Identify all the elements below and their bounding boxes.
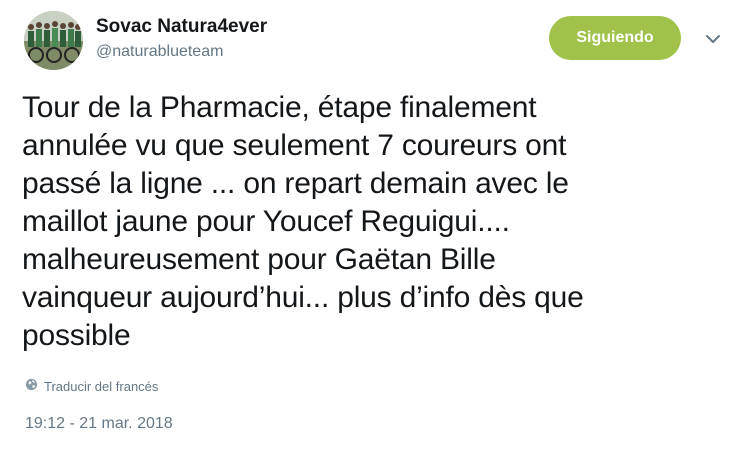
tweet-timestamp[interactable]: 19:12 - 21 mar. 2018 [25,415,173,433]
tweet-card: Sovac Natura4ever @naturablueteam Siguie… [0,0,749,450]
translate-label: Traducir del francés [44,378,159,394]
display-name[interactable]: Sovac Natura4ever [96,16,267,38]
screen-name[interactable]: @naturablueteam [96,43,223,61]
globe-icon [25,378,38,394]
translate-link[interactable]: Traducir del francés [25,378,158,394]
avatar[interactable] [24,11,83,70]
tweet-text: Tour de la Pharmacie, étape finalement a… [22,91,584,352]
chevron-down-icon[interactable] [704,30,722,48]
team-photo-avatar [24,11,83,70]
following-button[interactable]: Siguiendo [549,16,681,60]
